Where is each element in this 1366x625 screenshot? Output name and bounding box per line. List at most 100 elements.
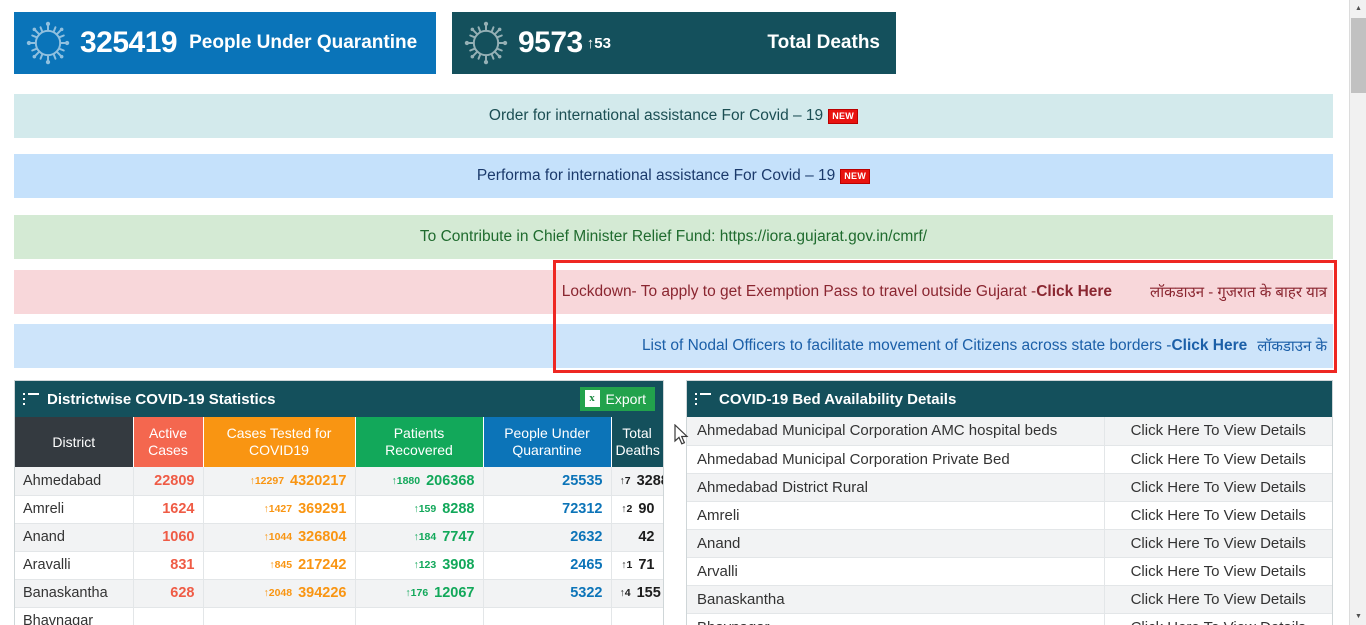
notice-lockdown-text: Lockdown- To apply to get Exemption Pass… — [561, 283, 1037, 300]
cell-district: Bhavnagar — [15, 607, 134, 625]
cell-people-under-quarantine: 72312 — [483, 495, 612, 524]
stat-value-quarantine: 325419 — [80, 26, 178, 59]
districtwise-table-scroll[interactable]: District Active Cases Cases Tested for C… — [15, 417, 663, 625]
cell-total-deaths — [611, 607, 663, 625]
cell-people-under-quarantine: 25535 — [483, 467, 612, 496]
cell-district: Aravalli — [15, 551, 134, 580]
bed-facility-name: Ahmedabad Municipal Corporation AMC hosp… — [687, 417, 1104, 446]
stat-label-quarantine: People Under Quarantine — [189, 32, 418, 53]
bed-availability-scroll[interactable]: Ahmedabad Municipal Corporation AMC hosp… — [687, 417, 1332, 625]
cell-patients-recovered: ↑1880 206368 — [355, 467, 484, 496]
notice-order-international-assistance[interactable]: Order for international assistance For C… — [14, 94, 1333, 138]
view-details-link[interactable]: Click Here To View Details — [1103, 585, 1332, 614]
column-header-total-deaths[interactable]: Total Deaths — [611, 417, 663, 467]
table-header-row: District Active Cases Cases Tested for C… — [15, 417, 663, 467]
column-header-active-cases[interactable]: Active Cases — [133, 417, 204, 467]
notice-nodal-officers[interactable]: List of Nodal Officers to facilitate mov… — [14, 324, 1333, 368]
excel-icon: x — [584, 390, 600, 407]
list-item[interactable]: Bhavnagar Click Here To View Details — [687, 613, 1332, 625]
cell-patients-recovered: ↑176 12067 — [355, 579, 484, 608]
districtwise-table-body: Ahmedabad 22809 ↑12297 4320217 ↑1880 20636… — [15, 467, 663, 625]
notice-performa-text: Performa for international assistance Fo… — [476, 167, 836, 184]
view-details-link[interactable]: Click Here To View Details — [1103, 417, 1332, 446]
column-header-district[interactable]: District — [15, 417, 134, 467]
list-item[interactable]: Arvalli Click Here To View Details — [687, 557, 1332, 586]
view-details-link[interactable]: Click Here To View Details — [1103, 473, 1332, 502]
notice-nodal-hindi: लॉकडाउन के — [1257, 338, 1327, 355]
stat-card-people-under-quarantine: 325419 People Under Quarantine — [14, 12, 436, 74]
cell-active-cases: 628 — [133, 579, 204, 608]
new-badge: NEW — [840, 168, 871, 184]
stat-card-total-deaths: 9573 ↑53 Total Deaths — [452, 12, 896, 74]
lockdown-click-here-link[interactable]: Click Here — [1036, 283, 1112, 301]
bed-facility-name: Bhavnagar — [687, 613, 1104, 625]
stat-label-deaths: Total Deaths — [767, 32, 880, 53]
list-icon — [23, 392, 39, 406]
cell-patients-recovered: ↑123 3908 — [355, 551, 484, 580]
scrollbar-up-arrow[interactable]: ▲ — [1350, 0, 1366, 17]
view-details-link[interactable]: Click Here To View Details — [1103, 501, 1332, 530]
table-row[interactable]: Ahmedabad 22809 ↑12297 4320217 ↑1880 20636… — [15, 467, 663, 496]
list-item[interactable]: Banaskantha Click Here To View Details — [687, 585, 1332, 614]
column-header-patients-recovered[interactable]: Patients Recovered — [355, 417, 484, 467]
cell-patients-recovered — [355, 607, 484, 625]
table-row[interactable]: Anand 1060 ↑1044 326804 ↑184 7747 2632 42 — [15, 523, 663, 552]
mouse-cursor — [674, 424, 689, 445]
cell-cases-tested: ↑1044 326804 — [203, 523, 356, 552]
stat-value-deaths: 9573 — [518, 26, 583, 59]
notice-cm-relief-fund[interactable]: To Contribute in Chief Minister Relief F… — [14, 215, 1333, 259]
table-row[interactable]: Amreli 1624 ↑1427 369291 ↑159 8288 72312 ↑… — [15, 495, 663, 524]
scrollbar-down-arrow[interactable]: ▼ — [1350, 608, 1366, 625]
cell-people-under-quarantine: 2632 — [483, 523, 612, 552]
bed-facility-name: Ahmedabad District Rural — [687, 473, 1104, 502]
column-header-cases-tested[interactable]: Cases Tested for COVID19 — [203, 417, 356, 467]
view-details-link[interactable]: Click Here To View Details — [1103, 613, 1332, 625]
page-root: 325419 People Under Quarantine 9573 ↑53 … — [0, 0, 1366, 625]
virus-icon — [464, 21, 508, 65]
cell-district: Anand — [15, 523, 134, 552]
export-button[interactable]: x Export — [579, 387, 655, 411]
panel-districtwise-statistics: Districtwise COVID-19 Statistics x Expor… — [14, 380, 664, 625]
cell-district: Amreli — [15, 495, 134, 524]
list-item[interactable]: Amreli Click Here To View Details — [687, 501, 1332, 530]
bed-availability-panel-header: COVID-19 Bed Availability Details — [687, 381, 1332, 417]
cell-active-cases: 1060 — [133, 523, 204, 552]
cell-total-deaths: ↑73288 — [611, 467, 663, 496]
list-icon — [695, 392, 711, 406]
virus-icon — [26, 21, 70, 65]
cell-people-under-quarantine: 2465 — [483, 551, 612, 580]
table-row[interactable]: Banaskantha 628 ↑2048 394226 ↑176 12067 53… — [15, 579, 663, 608]
view-details-link[interactable]: Click Here To View Details — [1103, 529, 1332, 558]
column-header-people-under-quarantine[interactable]: People Under Quarantine — [483, 417, 612, 467]
cell-district: Ahmedabad — [15, 467, 134, 496]
cell-active-cases: 22809 — [133, 467, 204, 496]
notice-lockdown-exemption-pass[interactable]: Lockdown- To apply to get Exemption Pass… — [14, 270, 1333, 314]
table-row[interactable]: Aravalli 831 ↑845 217242 ↑123 3908 2465 ↑1… — [15, 551, 663, 580]
nodal-click-here-link[interactable]: Click Here — [1171, 337, 1247, 355]
table-row[interactable]: Bhavnagar — [15, 607, 663, 625]
list-item[interactable]: Ahmedabad District Rural Click Here To V… — [687, 473, 1332, 502]
cell-cases-tested: ↑1427 369291 — [203, 495, 356, 524]
notice-lockdown-hindi: लॉकडाउन - गुजरात के बाहर यात्र — [1150, 284, 1327, 301]
list-item[interactable]: Ahmedabad Municipal Corporation Private … — [687, 445, 1332, 474]
notice-performa-international-assistance[interactable]: Performa for international assistance Fo… — [14, 154, 1333, 198]
export-button-label: Export — [605, 390, 646, 407]
vertical-scrollbar[interactable]: ▲ ▼ — [1349, 0, 1366, 625]
cell-total-deaths: ↑1 71 — [611, 551, 663, 580]
scrollbar-thumb[interactable] — [1351, 18, 1366, 93]
cell-cases-tested: ↑2048 394226 — [203, 579, 356, 608]
view-details-link[interactable]: Click Here To View Details — [1103, 557, 1332, 586]
notice-cmrf-text: To Contribute in Chief Minister Relief F… — [419, 228, 928, 245]
stat-delta-deaths: ↑53 — [586, 34, 611, 52]
cell-total-deaths: ↑4 155 — [611, 579, 663, 608]
list-item[interactable]: Ahmedabad Municipal Corporation AMC hosp… — [687, 417, 1332, 446]
list-item[interactable]: Anand Click Here To View Details — [687, 529, 1332, 558]
browser-viewport: 325419 People Under Quarantine 9573 ↑53 … — [0, 0, 1349, 625]
view-details-link[interactable]: Click Here To View Details — [1103, 445, 1332, 474]
bed-availability-panel-title: COVID-19 Bed Availability Details — [719, 390, 957, 408]
cell-active-cases — [133, 607, 204, 625]
cell-cases-tested: ↑845 217242 — [203, 551, 356, 580]
new-badge: NEW — [828, 108, 859, 124]
cell-patients-recovered: ↑159 8288 — [355, 495, 484, 524]
bed-facility-name: Arvalli — [687, 557, 1104, 586]
